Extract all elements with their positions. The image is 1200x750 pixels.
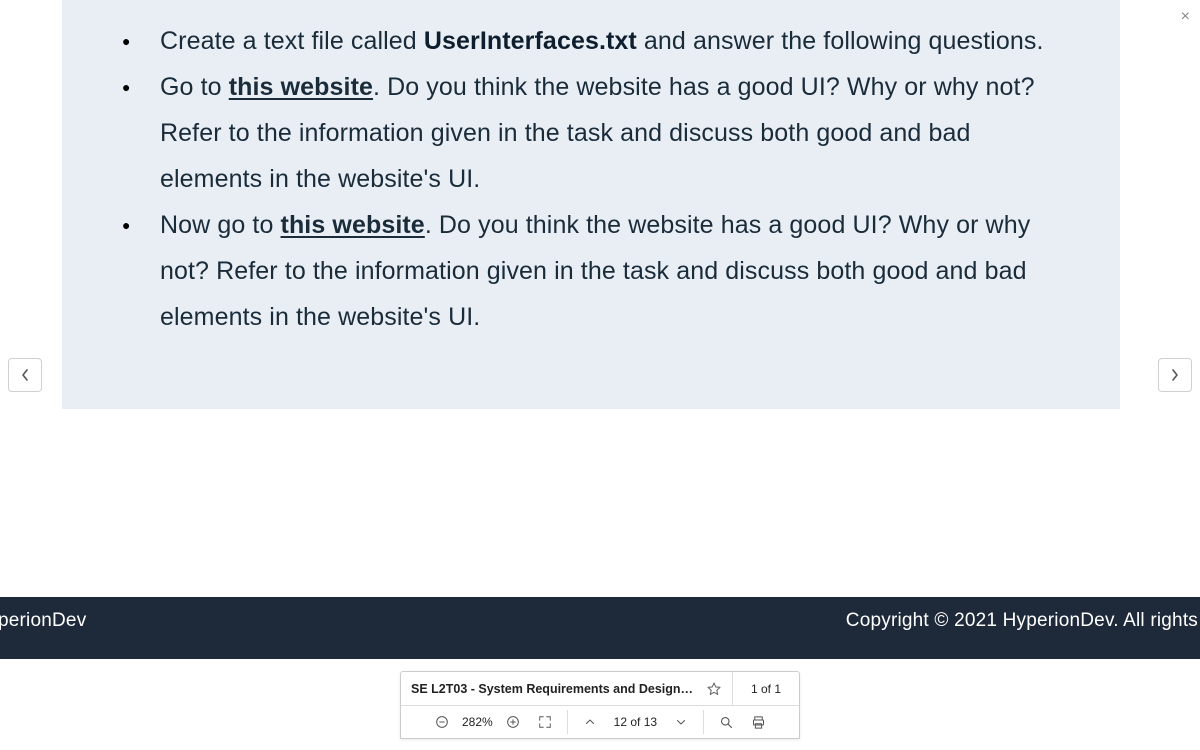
zoom-in-button[interactable] (499, 708, 527, 736)
zoom-level: 282% (460, 715, 495, 729)
star-button[interactable] (706, 681, 722, 697)
zoom-in-icon (505, 714, 521, 730)
chevron-up-icon (584, 716, 596, 728)
next-button[interactable] (1158, 358, 1192, 392)
fit-button[interactable] (531, 708, 559, 736)
footer-copyright: Copyright © 2021 HyperionDev. All rights (846, 610, 1198, 632)
footer-brand: perionDev (0, 610, 86, 632)
fit-icon (538, 715, 552, 729)
text: Create a text file called (160, 27, 424, 55)
bold-filename: UserInterfaces.txt (424, 27, 637, 55)
text: Now go to (160, 211, 281, 239)
divider (703, 710, 704, 734)
zoom-out-button[interactable] (428, 708, 456, 736)
prev-button[interactable] (8, 358, 42, 392)
page-indicator: 12 of 13 (608, 715, 663, 729)
pdf-title: SE L2T03 - System Requirements and Desig… (411, 682, 696, 696)
zoom-out-icon (434, 714, 450, 730)
search-icon (719, 715, 734, 730)
page-down-button[interactable] (667, 708, 695, 736)
bullet-item: Now go to this website. Do you think the… (104, 202, 1068, 340)
print-icon (751, 715, 766, 730)
chevron-down-icon (675, 716, 687, 728)
divider (567, 710, 568, 734)
text: Go to (160, 73, 229, 101)
text: and answer the following questions. (637, 27, 1044, 55)
pdf-viewer-toolbar: SE L2T03 - System Requirements and Desig… (400, 671, 800, 739)
document-content: Create a text file called UserInterfaces… (62, 0, 1120, 409)
star-icon (706, 681, 722, 697)
search-button[interactable] (712, 708, 740, 736)
bullet-item: Go to this website. Do you think the web… (104, 64, 1068, 202)
footer-bar: perionDev Copyright © 2021 HyperionDev. … (0, 597, 1200, 645)
close-button[interactable]: × (1181, 8, 1190, 26)
link-this-website[interactable]: this website (229, 73, 373, 101)
divider (732, 672, 733, 706)
footer-strip (0, 645, 1200, 659)
print-button[interactable] (744, 708, 772, 736)
search-result-count: 1 of 1 (743, 682, 789, 696)
page-up-button[interactable] (576, 708, 604, 736)
chevron-right-icon (1170, 368, 1180, 382)
chevron-left-icon (20, 368, 30, 382)
bullet-item: Create a text file called UserInterfaces… (104, 18, 1068, 64)
link-this-website[interactable]: this website (281, 211, 425, 239)
